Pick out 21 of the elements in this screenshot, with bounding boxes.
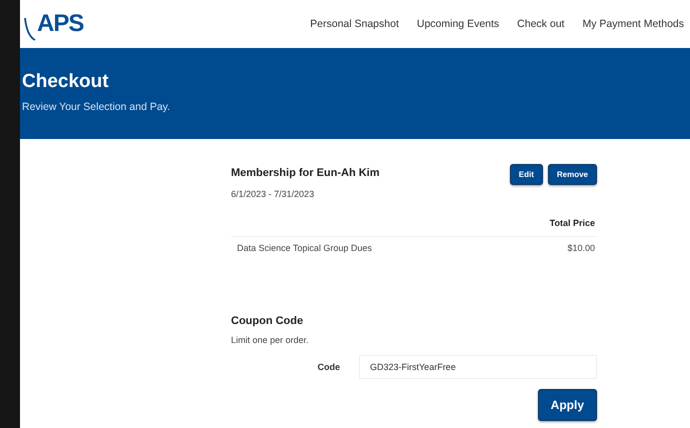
logo[interactable]: APS bbox=[24, 4, 84, 44]
item-name: Data Science Topical Group Dues bbox=[237, 243, 372, 253]
page-subtitle: Review Your Selection and Pay. bbox=[22, 100, 172, 112]
nav-link[interactable]: Check out bbox=[517, 18, 564, 30]
coupon-title: Coupon Code bbox=[231, 315, 304, 327]
item-price: $10.00 bbox=[567, 243, 595, 253]
page-title: Checkout bbox=[22, 70, 110, 92]
remove-button[interactable]: Remove bbox=[548, 164, 597, 185]
coupon-code-field[interactable]: GD323-FirstYearFree bbox=[359, 355, 597, 379]
swoosh-icon bbox=[24, 16, 36, 42]
nav-link[interactable]: My Payment Methods bbox=[582, 18, 684, 30]
logo-text: APS bbox=[37, 10, 84, 38]
nav-link[interactable]: Upcoming Events bbox=[416, 18, 500, 30]
code-label: Code bbox=[316, 362, 341, 372]
apply-button[interactable]: Apply bbox=[538, 389, 597, 421]
coupon-note: Limit one per order. bbox=[231, 335, 310, 345]
price-header: Total Price bbox=[231, 218, 597, 237]
membership-title: Membership for Eun-Ah Kim bbox=[231, 167, 380, 179]
membership-dates: 6/1/2023 - 7/31/2023 bbox=[231, 189, 316, 199]
edit-button[interactable]: Edit bbox=[510, 164, 543, 185]
nav-link[interactable]: Personal Snapshot bbox=[310, 18, 399, 30]
